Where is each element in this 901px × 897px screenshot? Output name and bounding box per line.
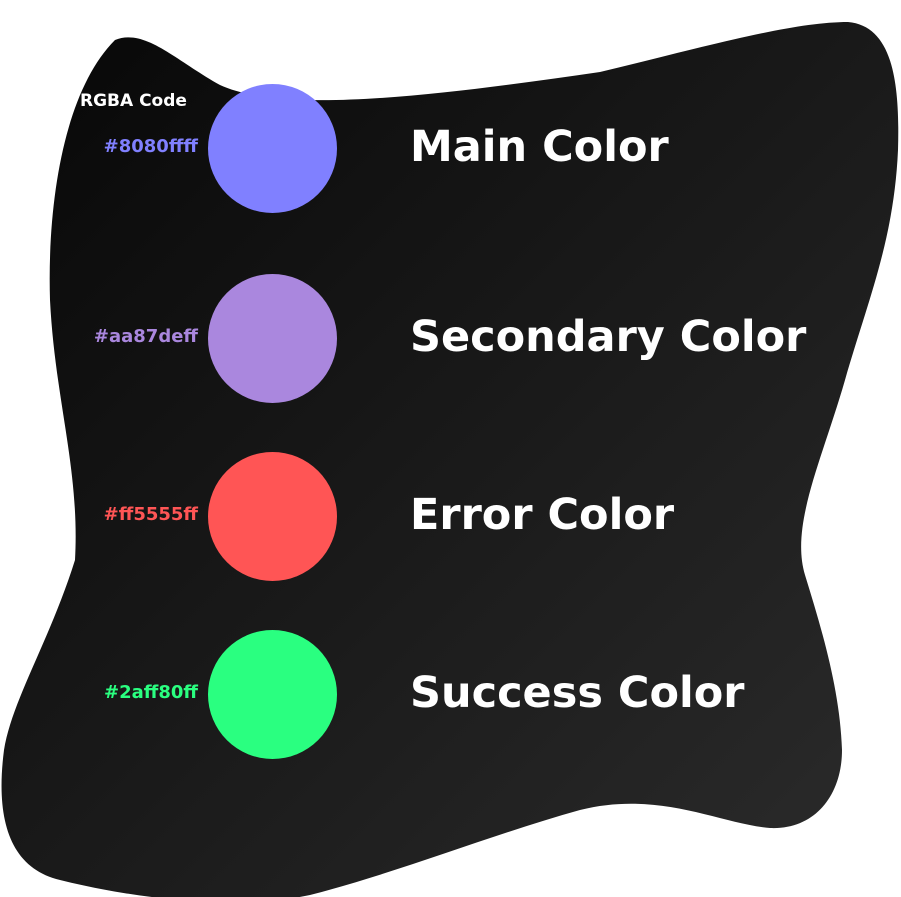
- swatch-code-success: #2aff80ff: [104, 682, 198, 703]
- color-palette-card: RGBA Code #8080ffff Main Color #aa87deff…: [0, 0, 901, 897]
- swatch-circle-main: [208, 84, 337, 213]
- swatch-code-secondary: #aa87deff: [93, 326, 198, 347]
- swatch-circle-secondary: [208, 274, 337, 403]
- swatch-code-main: #8080ffff: [103, 136, 198, 157]
- swatch-name-main: Main Color: [410, 122, 669, 172]
- swatch-name-success: Success Color: [410, 668, 745, 718]
- swatch-code-error: #ff5555ff: [103, 504, 198, 525]
- swatch-circle-error: [208, 452, 337, 581]
- swatch-name-error: Error Color: [410, 490, 675, 540]
- swatch-row-main: #8080ffff Main Color: [0, 84, 901, 214]
- swatch-row-error: #ff5555ff Error Color: [0, 452, 901, 582]
- swatch-row-success: #2aff80ff Success Color: [0, 630, 901, 760]
- swatch-circle-success: [208, 630, 337, 759]
- swatch-name-secondary: Secondary Color: [410, 312, 807, 362]
- swatch-row-secondary: #aa87deff Secondary Color: [0, 274, 901, 404]
